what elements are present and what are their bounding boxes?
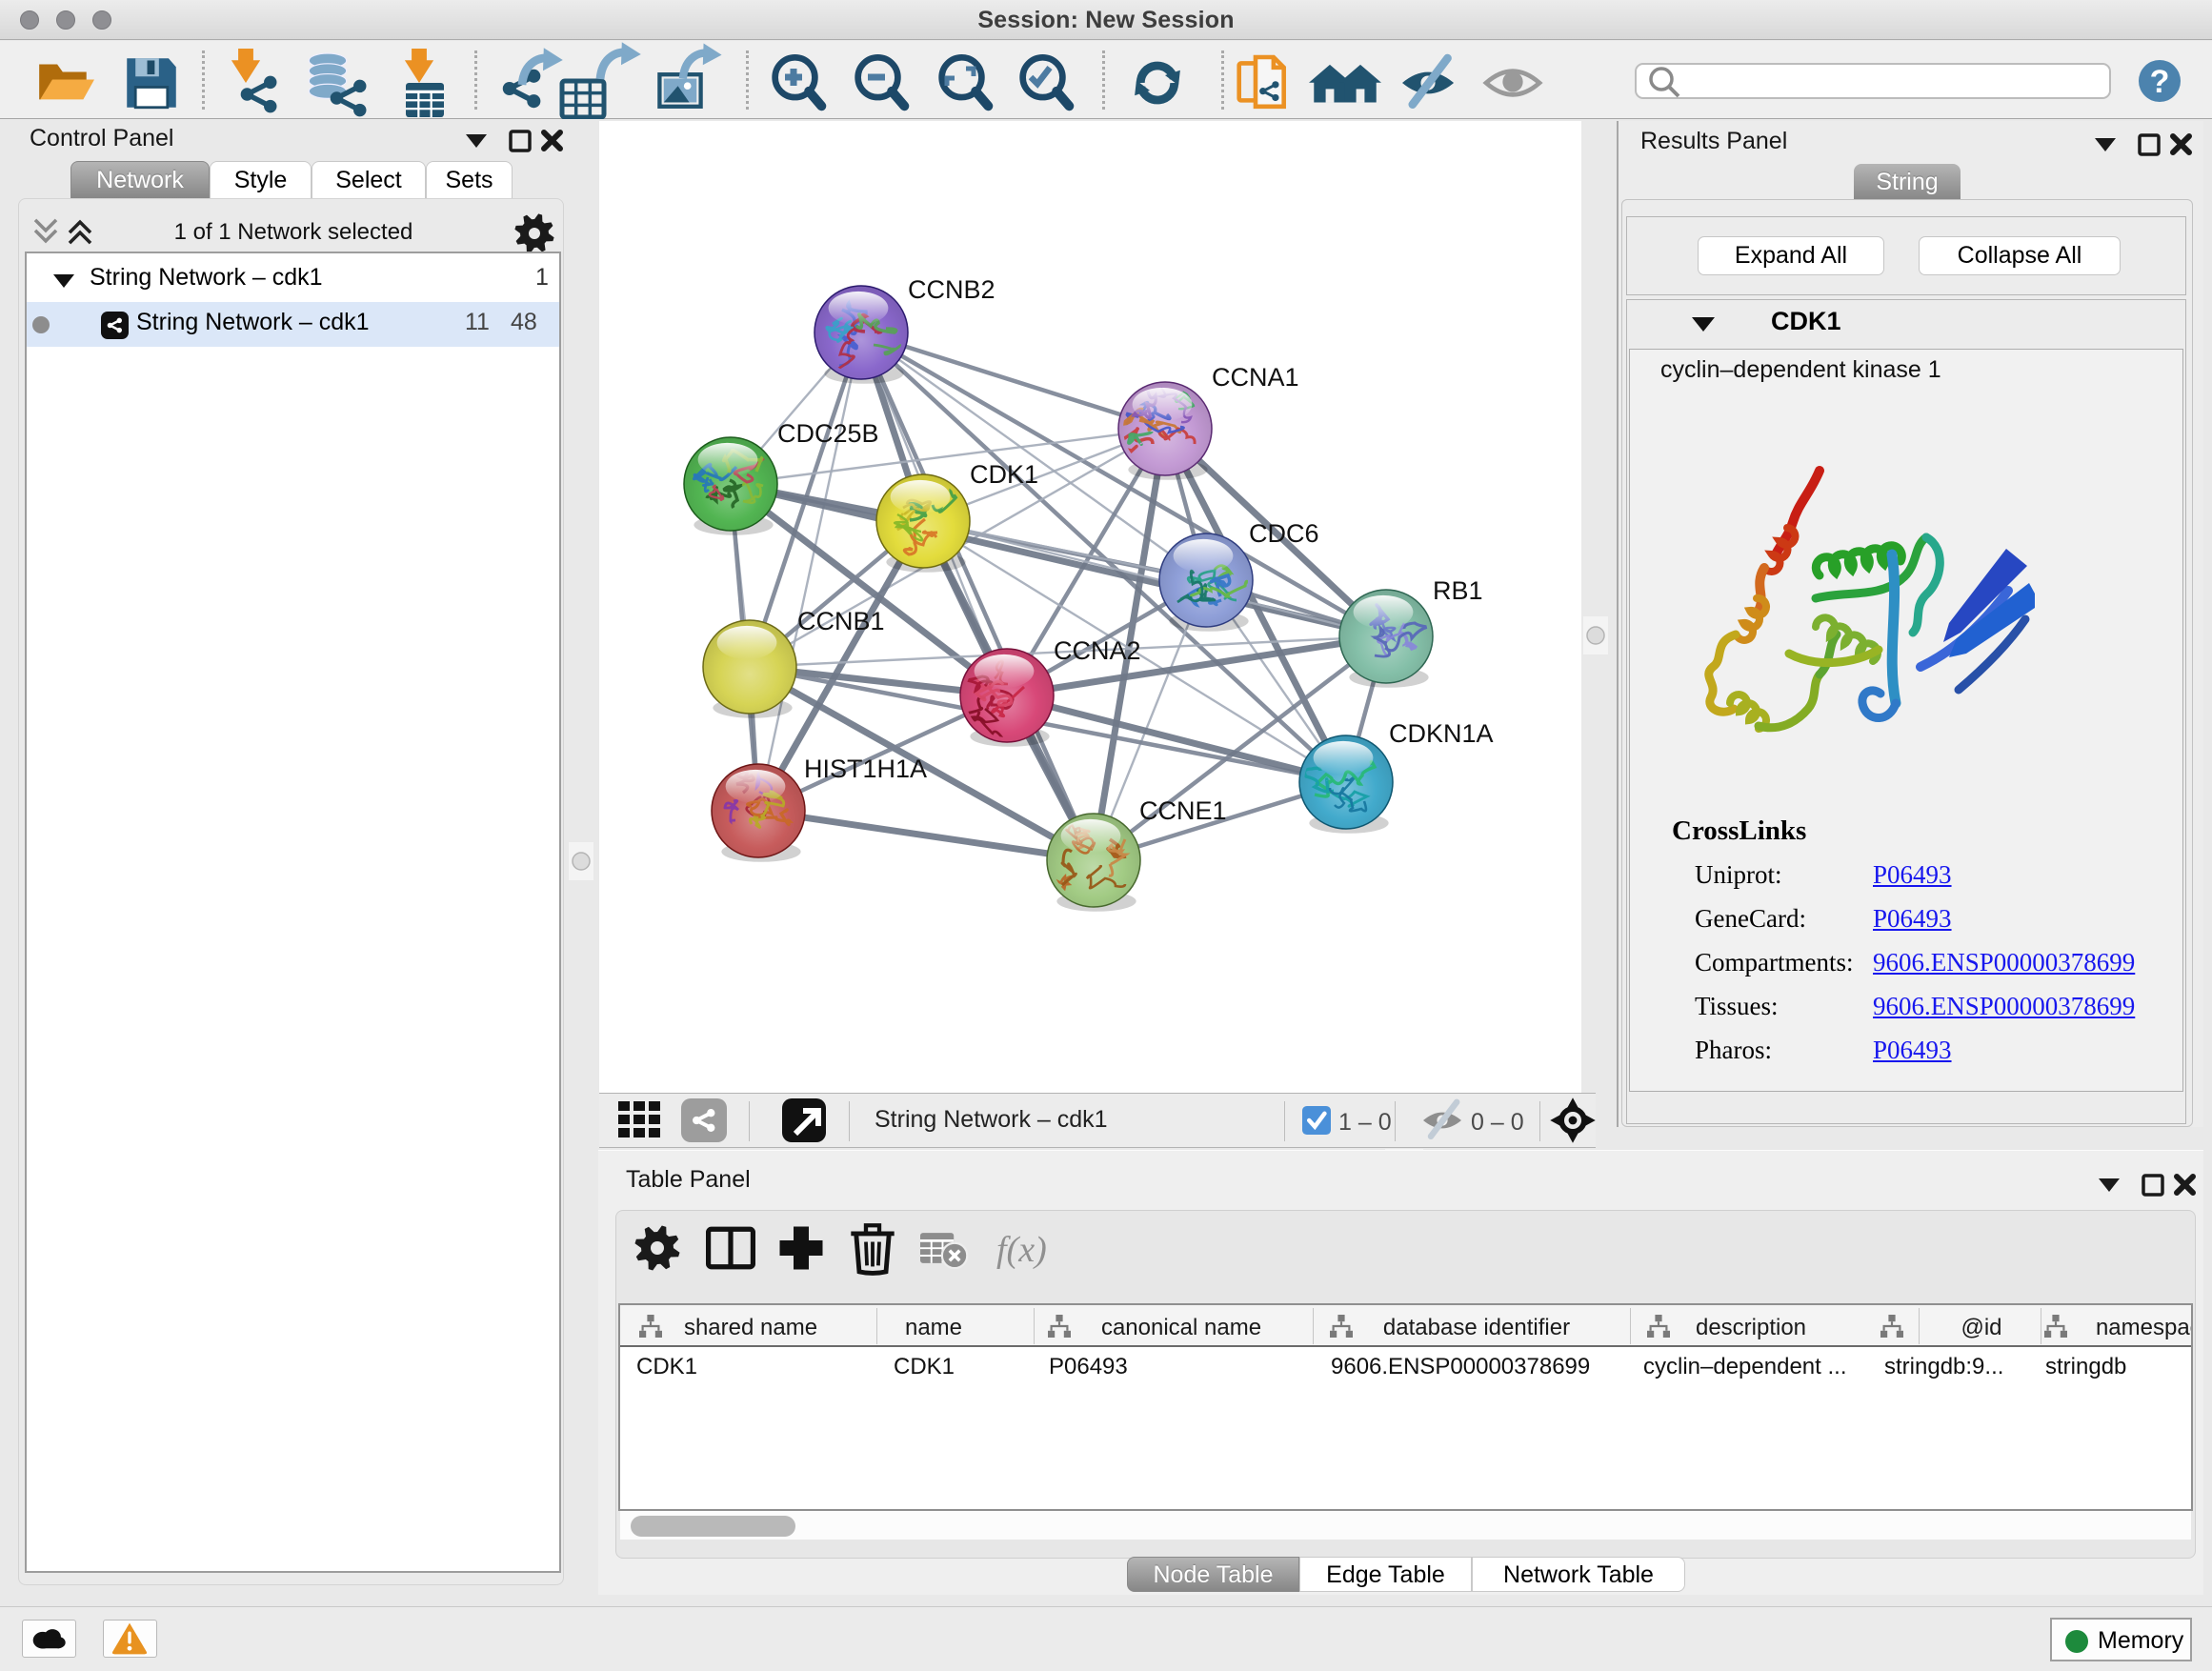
svg-text:CDC6: CDC6	[1249, 519, 1319, 548]
svg-text:CCNA1: CCNA1	[1212, 363, 1299, 392]
svg-text:CDK1: CDK1	[970, 460, 1038, 489]
svg-text:CDKN1A: CDKN1A	[1389, 719, 1494, 748]
svg-text:CCNA2: CCNA2	[1054, 636, 1141, 665]
svg-text:?: ?	[2150, 64, 2170, 100]
svg-text:CCNE1: CCNE1	[1139, 796, 1227, 825]
svg-text:canonical name: canonical name	[1101, 1315, 1261, 1340]
svg-text:RB1: RB1	[1433, 576, 1483, 605]
svg-text:CCNB1: CCNB1	[797, 607, 885, 635]
svg-text:shared name: shared name	[684, 1315, 817, 1340]
svg-text:description: description	[1696, 1315, 1806, 1340]
svg-text:1 – 0: 1 – 0	[1338, 1109, 1392, 1136]
svg-text:name: name	[905, 1315, 962, 1340]
svg-text:f(x): f(x)	[996, 1230, 1047, 1270]
svg-text:CCNB2: CCNB2	[908, 275, 995, 304]
svg-text:HIST1H1A: HIST1H1A	[804, 755, 927, 783]
svg-text:database identifier: database identifier	[1383, 1315, 1570, 1340]
svg-text:namespace: namespace	[2096, 1315, 2191, 1340]
svg-text:0 – 0: 0 – 0	[1471, 1109, 1524, 1136]
svg-text:CDC25B: CDC25B	[777, 419, 879, 448]
svg-text:@id: @id	[1961, 1315, 2001, 1340]
